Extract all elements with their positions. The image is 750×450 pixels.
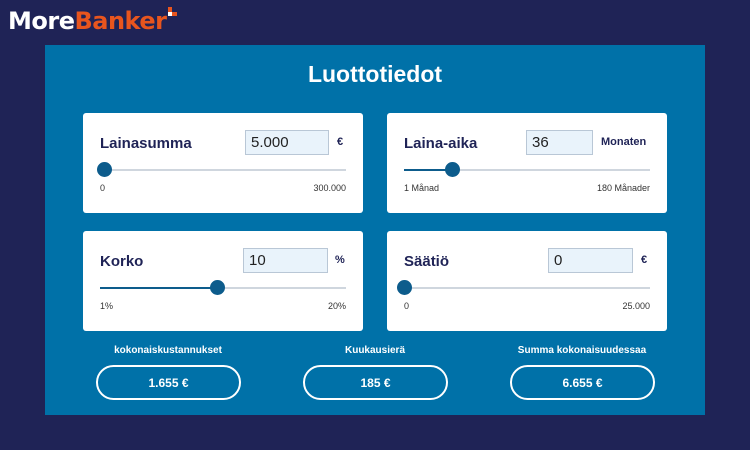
- grand-total-label: Summa kokonaisuudessaa: [517, 345, 647, 356]
- term-card: Laina-aika 36 Monaten 1 Månad 180 Månade…: [387, 113, 667, 213]
- term-input[interactable]: 36: [526, 130, 593, 155]
- interest-slider-thumb[interactable]: [209, 280, 225, 295]
- amount-slider-thumb[interactable]: [97, 162, 113, 177]
- term-label: Laina-aika: [404, 135, 478, 152]
- savings-min-label: 0: [404, 301, 410, 311]
- loan-calculator-panel: Luottotiedot Lainasumma 5.000 € 0 300.00…: [45, 45, 705, 415]
- logo-part-banker: Banker: [74, 7, 167, 35]
- amount-slider[interactable]: [97, 162, 346, 177]
- savings-label: Säätiö: [404, 253, 450, 270]
- amount-unit: €: [337, 136, 344, 148]
- interest-min-label: 1%: [100, 301, 114, 311]
- amount-min-label: 0: [100, 183, 106, 193]
- amount-label: Lainasumma: [100, 135, 192, 152]
- interest-max-label: 20%: [327, 301, 346, 311]
- term-slider[interactable]: [404, 162, 650, 177]
- term-max-label: 180 Månader: [596, 183, 650, 193]
- amount-input[interactable]: 5.000: [245, 130, 329, 155]
- term-slider-thumb[interactable]: [445, 162, 461, 177]
- savings-slider-thumb[interactable]: [397, 280, 412, 295]
- total-cost-label: kokonaiskustannukset: [114, 345, 222, 356]
- panel-title: Luottotiedot: [307, 61, 443, 87]
- term-unit: Monaten: [601, 136, 647, 148]
- savings-unit: €: [641, 254, 648, 266]
- grand-total-value: 6.655 €: [510, 365, 655, 400]
- interest-label: Korko: [100, 253, 144, 270]
- interest-card: Korko 10 % 1% 20%: [83, 231, 363, 331]
- savings-slider[interactable]: [397, 280, 650, 295]
- savings-max-label: 25.000: [622, 301, 650, 311]
- logo-part-more: More: [8, 7, 75, 35]
- interest-unit: %: [335, 254, 345, 266]
- interest-input[interactable]: 10: [243, 248, 328, 273]
- interest-slider[interactable]: [100, 280, 346, 295]
- brand-logo: MoreBanker: [8, 6, 177, 38]
- logo-mark-icon: [167, 7, 177, 16]
- savings-input[interactable]: 0: [548, 248, 633, 273]
- amount-card: Lainasumma 5.000 € 0 300.000: [83, 113, 363, 213]
- total-cost-value: 1.655 €: [96, 365, 241, 400]
- monthly-payment-label: Kuukausierä: [344, 345, 406, 356]
- interest-slider-fill: [100, 287, 217, 289]
- amount-max-label: 300.000: [313, 183, 346, 193]
- logo-text: MoreBanker: [8, 6, 167, 36]
- monthly-payment-value: 185 €: [303, 365, 448, 400]
- savings-card: Säätiö 0 € 0 25.000: [387, 231, 667, 331]
- term-min-label: 1 Månad: [404, 183, 440, 193]
